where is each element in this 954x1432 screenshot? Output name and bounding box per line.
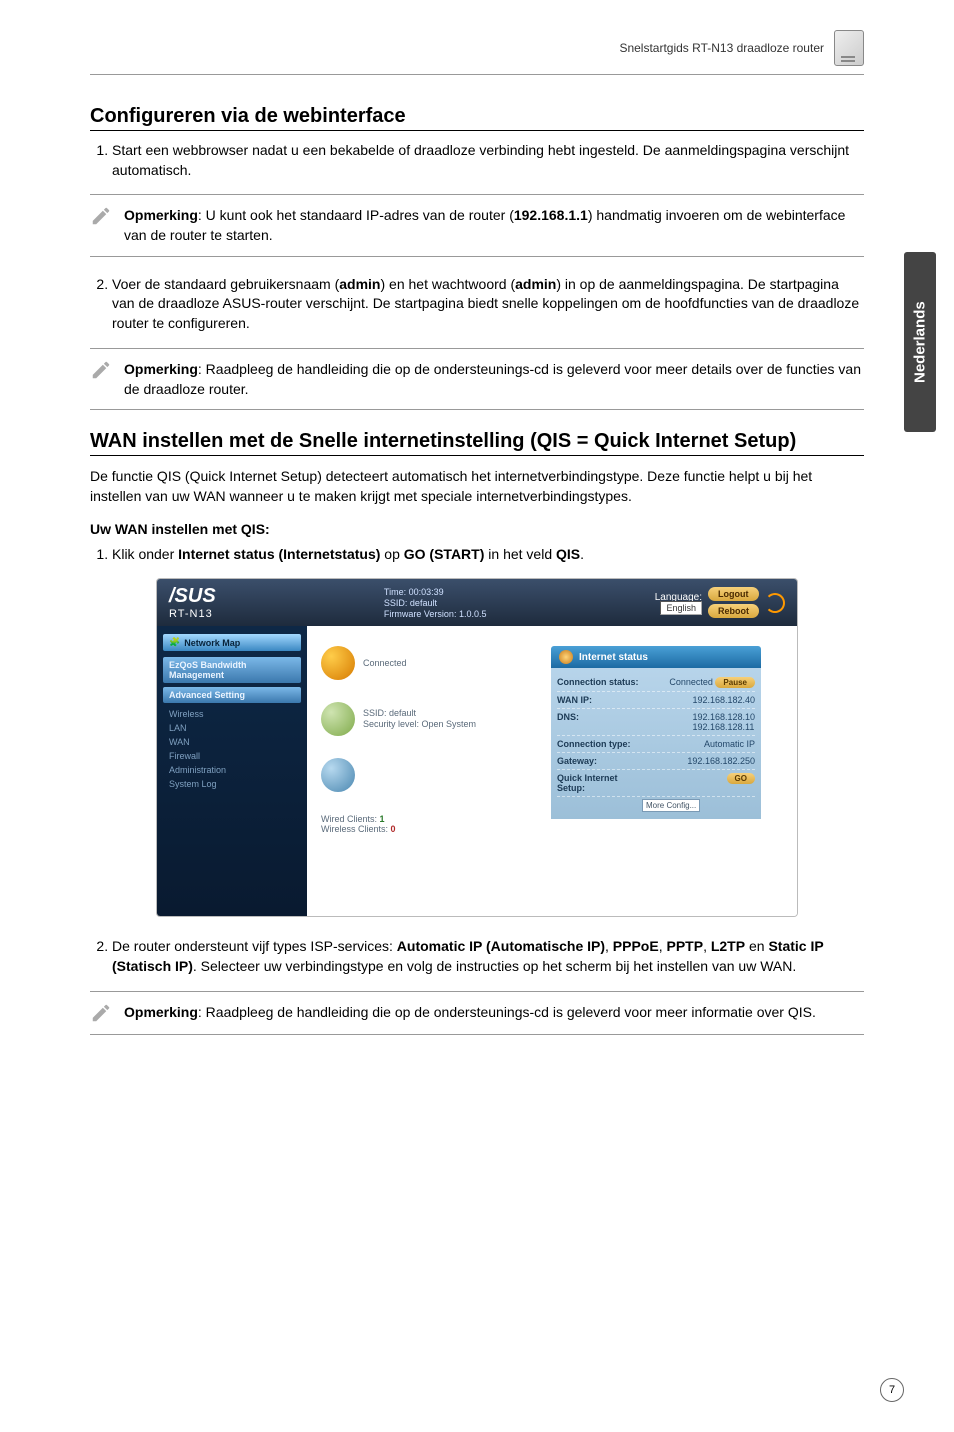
s2-sub: Uw WAN instellen met QIS: bbox=[90, 521, 864, 537]
router-ui-screenshot: /SUS RT-N13 Time: 00:03:39 SSID: default… bbox=[156, 578, 798, 917]
sidebar-item-advanced[interactable]: Advanced Setting bbox=[163, 687, 301, 703]
internet-block[interactable]: Connected bbox=[321, 646, 541, 680]
sidebar: 🧩 Network Map EzQoS Bandwidth Management… bbox=[157, 626, 307, 916]
sidebar-item-ezqos[interactable]: EzQoS Bandwidth Management bbox=[163, 657, 301, 683]
row-ctype-val: Automatic IP bbox=[704, 739, 755, 749]
brand-logo: /SUS bbox=[169, 585, 216, 608]
s1-step1: Start een webbrowser nadat u een bekabel… bbox=[112, 141, 864, 180]
hdr-time: Time: 00:03:39 bbox=[384, 587, 487, 597]
note1-label: Opmerking bbox=[124, 207, 198, 223]
s2s2pppoe: PPPoE bbox=[613, 938, 659, 954]
pause-button[interactable]: Pause bbox=[715, 677, 755, 688]
row-dns-label: DNS: bbox=[557, 712, 642, 732]
logout-button[interactable]: Logout bbox=[708, 587, 759, 601]
s2s1b: Internet status (Internetstatus) bbox=[178, 546, 380, 562]
s2-intro: De functie QIS (Quick Internet Setup) de… bbox=[90, 466, 864, 507]
s2s2pptp: PPTP bbox=[666, 938, 703, 954]
s2s2en: en bbox=[745, 938, 768, 954]
note1-ip: 192.168.1.1 bbox=[514, 207, 588, 223]
reload-icon[interactable] bbox=[765, 593, 785, 613]
note-box-2: Opmerking: Raadpleeg de handleiding die … bbox=[90, 348, 864, 411]
s1-step2: Voer de standaard gebruikersnaam (admin)… bbox=[112, 275, 864, 334]
s2s1g: . bbox=[580, 546, 584, 562]
sidebar-item-wireless[interactable]: Wireless bbox=[163, 707, 301, 721]
s1s2admin1: admin bbox=[339, 276, 380, 292]
s2s2l2tp: L2TP bbox=[711, 938, 745, 954]
row-dns-val2: 192.168.128.11 bbox=[692, 722, 755, 732]
status-title: Internet status bbox=[579, 652, 648, 663]
hdr-fw: Firmware Version: 1.0.0.5 bbox=[384, 609, 487, 619]
row-wanip-val: 192.168.182.40 bbox=[692, 695, 755, 705]
reboot-button[interactable]: Reboot bbox=[708, 604, 759, 618]
sidebar-item-firewall[interactable]: Firewall bbox=[163, 749, 301, 763]
row-qis-label: Quick Internet Setup: bbox=[557, 773, 642, 793]
language-side-tab: Nederlands bbox=[904, 252, 936, 432]
row-dns-val1: 192.168.128.10 bbox=[692, 712, 755, 722]
s2s1f: QIS bbox=[556, 546, 580, 562]
note2-label: Opmerking bbox=[124, 361, 198, 377]
note3-label: Opmerking bbox=[124, 1004, 198, 1020]
s2-step1: Klik onder Internet status (Internetstat… bbox=[112, 545, 864, 565]
s2s1d: GO (START) bbox=[404, 546, 485, 562]
s2s2b: . Selecteer uw verbindingstype en volg d… bbox=[193, 958, 796, 974]
s2s1a: Klik onder bbox=[112, 546, 178, 562]
s1s2admin2: admin bbox=[515, 276, 556, 292]
section2-title: WAN instellen met de Snelle internetinst… bbox=[90, 430, 864, 456]
model-label: RT-N13 bbox=[169, 608, 216, 620]
clients-block[interactable] bbox=[321, 758, 541, 792]
center-ssid: SSID: default bbox=[363, 708, 476, 720]
section1-title: Configureren via de webinterface bbox=[90, 105, 864, 131]
note-box-1: Opmerking: U kunt ook het standaard IP-a… bbox=[90, 194, 864, 257]
s2-step2: De router ondersteunt vijf types ISP-ser… bbox=[112, 937, 864, 976]
go-button[interactable]: GO bbox=[727, 773, 755, 784]
row-ctype-label: Connection type: bbox=[557, 739, 642, 749]
clients-icon bbox=[321, 758, 355, 792]
wired-label: Wired Clients: bbox=[321, 814, 377, 824]
row-conn-label: Connection status: bbox=[557, 677, 642, 688]
connected-label: Connected bbox=[363, 658, 407, 670]
s2s2auto: Automatic IP (Automatische IP) bbox=[397, 938, 605, 954]
row-gw-val: 192.168.182.250 bbox=[687, 756, 755, 766]
note-box-3: Opmerking: Raadpleeg de handleiding die … bbox=[90, 991, 864, 1035]
status-panel: Connection status: Connected Pause WAN I… bbox=[551, 668, 761, 819]
s1s2a: Voer de standaard gebruikersnaam ( bbox=[112, 276, 339, 292]
side-map-label: Network Map bbox=[184, 638, 240, 648]
sidebar-item-wan[interactable]: WAN bbox=[163, 735, 301, 749]
note2-text: : Raadpleeg de handleiding die op de ond… bbox=[124, 361, 861, 397]
row-gw-label: Gateway: bbox=[557, 756, 642, 766]
sidebar-item-network-map[interactable]: 🧩 Network Map bbox=[163, 634, 301, 651]
status-header: Internet status bbox=[551, 646, 761, 668]
status-globe-icon bbox=[559, 650, 573, 664]
center-sec: Security level: Open System bbox=[363, 719, 476, 731]
s2s2a: De router ondersteunt vijf types ISP-ser… bbox=[112, 938, 397, 954]
s2s1e: in het veld bbox=[484, 546, 556, 562]
row-conn-val: Connected bbox=[669, 677, 713, 687]
sidebar-item-admin[interactable]: Administration bbox=[163, 763, 301, 777]
wireless-label: Wireless Clients: bbox=[321, 824, 388, 834]
sidebar-item-log[interactable]: System Log bbox=[163, 777, 301, 791]
note1-a: : U kunt ook het standaard IP-adres van … bbox=[198, 207, 514, 223]
globe-icon bbox=[321, 646, 355, 680]
wireless-count: 0 bbox=[391, 824, 396, 834]
pencil-icon bbox=[90, 359, 112, 381]
sidebar-item-lan[interactable]: LAN bbox=[163, 721, 301, 735]
security-block[interactable]: SSID: default Security level: Open Syste… bbox=[321, 702, 541, 736]
language-select[interactable]: English bbox=[660, 601, 702, 615]
more-config-select[interactable]: More Config... bbox=[642, 799, 700, 812]
pencil-icon bbox=[90, 1002, 112, 1024]
s1s2b: ) en het wachtwoord ( bbox=[380, 276, 515, 292]
pencil-icon bbox=[90, 205, 112, 227]
hdr-ssid: SSID: default bbox=[384, 598, 487, 608]
s2s1c: op bbox=[380, 546, 403, 562]
router-icon bbox=[834, 30, 864, 66]
page-number: 7 bbox=[880, 1378, 904, 1402]
wired-count: 1 bbox=[380, 814, 385, 824]
doc-header: Snelstartgids RT-N13 draadloze router bbox=[619, 41, 824, 55]
note3-text: : Raadpleeg de handleiding die op de ond… bbox=[198, 1004, 816, 1020]
lock-icon bbox=[321, 702, 355, 736]
row-wanip-label: WAN IP: bbox=[557, 695, 642, 705]
